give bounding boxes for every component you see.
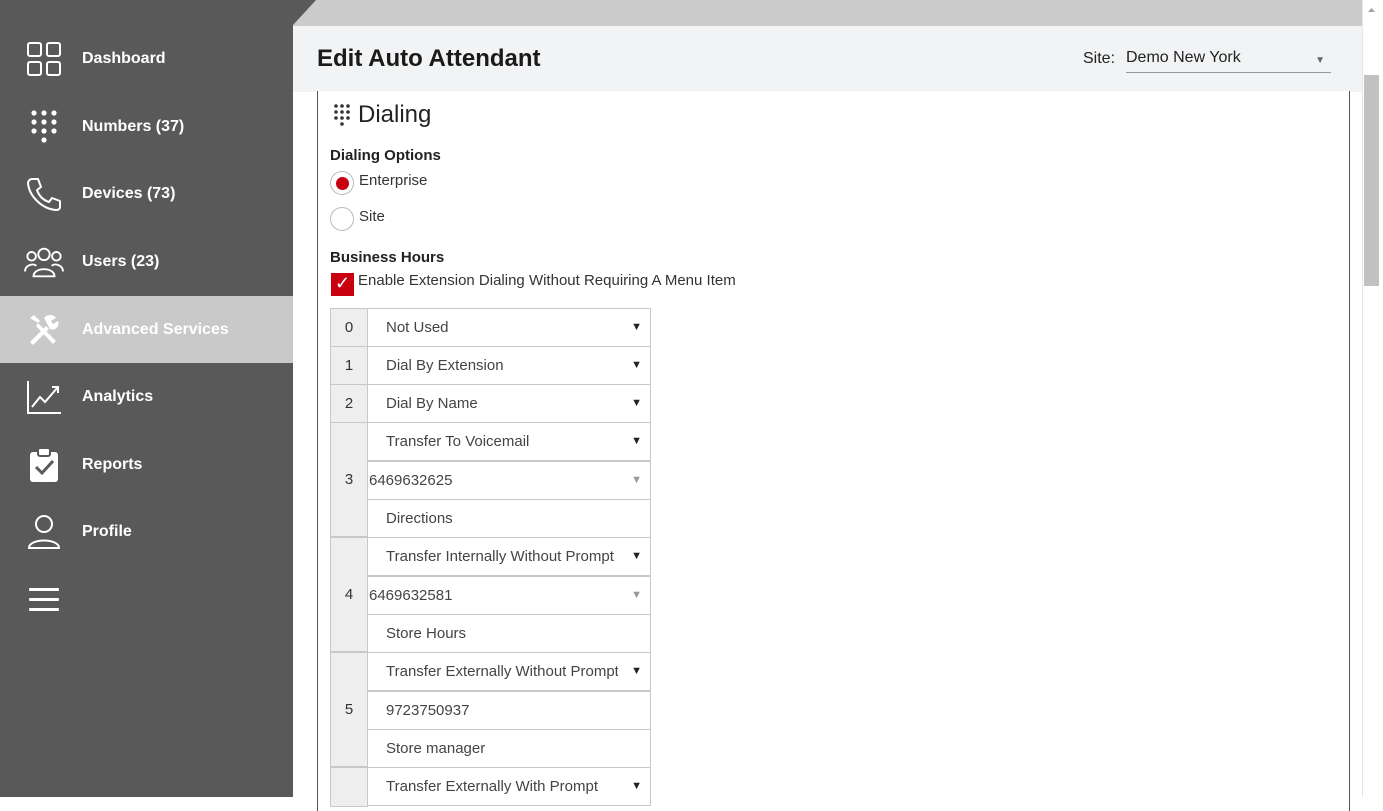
scrollbar-thumb[interactable] <box>1364 75 1379 286</box>
business-hours-label: Business Hours <box>330 249 445 266</box>
sidebar-item-dashboard[interactable]: Dashboard <box>0 25 293 92</box>
action-select-value: Transfer Externally With Prompt <box>386 778 598 795</box>
target-input[interactable]: 9723750937 <box>367 691 651 730</box>
sidebar-item-label: Analytics <box>82 387 154 405</box>
sidebar-item-users[interactable]: Users (23) <box>0 228 293 295</box>
chevron-down-icon: ▼ <box>1315 55 1325 66</box>
site-select[interactable]: Demo New York ▼ <box>1126 46 1331 73</box>
menu-toggle-button[interactable] <box>0 566 293 633</box>
phone-icon <box>24 174 64 214</box>
scroll-up-arrow[interactable] <box>1364 0 1379 20</box>
chevron-down-icon: ▼ <box>631 474 642 486</box>
key-cell <box>330 767 368 807</box>
action-select-value: Transfer To Voicemail <box>386 433 530 450</box>
action-select[interactable]: Transfer Externally Without Prompt ▼ <box>367 652 651 691</box>
sidebar-item-label: Devices (73) <box>82 184 176 202</box>
chevron-down-icon: ▼ <box>631 665 642 677</box>
sidebar-item-label: Dashboard <box>82 49 166 67</box>
chevron-down-icon: ▼ <box>631 359 642 371</box>
dialpad-icon <box>333 103 351 127</box>
dialpad-icon <box>24 107 64 147</box>
radio-enterprise[interactable] <box>330 171 354 195</box>
sidebar: Dashboard Numbers (37) Devices (73) User… <box>0 0 293 797</box>
sidebar-item-advanced-services[interactable]: Advanced Services <box>0 296 293 363</box>
site-label: Site: <box>1083 50 1116 67</box>
person-icon <box>24 512 64 552</box>
key-cell: 3 <box>330 422 368 537</box>
action-select-value: Transfer Internally Without Prompt <box>386 548 614 565</box>
clipboard-check-icon <box>24 445 64 485</box>
key-cell: 1 <box>330 346 368 385</box>
description-value: Directions <box>386 510 453 527</box>
sidebar-item-label: Numbers (37) <box>82 117 185 135</box>
radio-enterprise-label: Enterprise <box>359 172 428 189</box>
action-select[interactable]: Transfer Internally Without Prompt ▼ <box>367 537 651 576</box>
radio-site[interactable] <box>330 207 354 231</box>
chevron-down-icon: ▼ <box>631 550 642 562</box>
sidebar-notch <box>293 0 316 25</box>
description-value: Store Hours <box>386 625 467 642</box>
target-select[interactable]: 6469632625 ▼ <box>367 461 651 500</box>
dialing-panel: Dialing Dialing Options Enterprise Site … <box>317 91 1350 811</box>
target-select[interactable]: 6469632581 ▼ <box>367 576 651 615</box>
sidebar-item-label: Profile <box>82 522 132 540</box>
action-select-value: Dial By Extension <box>386 357 504 374</box>
action-select[interactable]: Dial By Name ▼ <box>367 384 651 423</box>
action-select-value: Transfer Externally Without Prompt <box>386 663 618 680</box>
description-input[interactable]: Store Hours <box>367 614 651 653</box>
sidebar-item-label: Reports <box>82 455 143 473</box>
hamburger-menu-icon <box>24 580 64 620</box>
dashboard-grid-icon <box>24 39 64 79</box>
sidebar-item-analytics[interactable]: Analytics <box>0 363 293 430</box>
section-title: Dialing <box>358 101 432 128</box>
site-select-value: Demo New York <box>1126 49 1241 66</box>
radio-site-label: Site <box>359 208 385 225</box>
chevron-down-icon: ▼ <box>631 435 642 447</box>
sidebar-item-profile[interactable]: Profile <box>0 498 293 565</box>
action-select-value: Not Used <box>386 319 449 336</box>
chevron-down-icon: ▼ <box>631 321 642 333</box>
chevron-down-icon: ▼ <box>631 397 642 409</box>
sidebar-item-label: Advanced Services <box>82 320 229 338</box>
target-select-value: 6469632625 <box>369 472 453 489</box>
sidebar-item-label: Users (23) <box>82 252 160 270</box>
users-icon <box>24 242 64 282</box>
key-cell: 4 <box>330 537 368 652</box>
chevron-down-icon: ▼ <box>631 589 642 601</box>
tools-icon <box>24 310 64 350</box>
target-input-value: 9723750937 <box>386 702 470 719</box>
action-select[interactable]: Transfer Externally With Prompt ▼ <box>367 767 651 806</box>
sidebar-item-reports[interactable]: Reports <box>0 431 293 498</box>
page-header: Edit Auto Attendant Site: Demo New York … <box>293 26 1362 92</box>
sidebar-item-numbers[interactable]: Numbers (37) <box>0 93 293 160</box>
description-input[interactable]: Directions <box>367 499 651 538</box>
action-select-value: Dial By Name <box>386 395 478 412</box>
dialing-options-label: Dialing Options <box>330 147 441 164</box>
enable-extension-label: Enable Extension Dialing Without Requiri… <box>358 272 736 289</box>
key-cell: 0 <box>330 308 368 347</box>
description-input[interactable]: Store manager <box>367 729 651 768</box>
enable-extension-checkbox[interactable]: ✓ <box>331 273 354 296</box>
top-bar <box>293 0 1362 26</box>
chart-icon <box>24 377 64 417</box>
description-value: Store manager <box>386 740 486 757</box>
action-select[interactable]: Transfer To Voicemail ▼ <box>367 422 651 461</box>
sidebar-item-devices[interactable]: Devices (73) <box>0 160 293 227</box>
action-select[interactable]: Dial By Extension ▼ <box>367 346 651 385</box>
action-select[interactable]: Not Used ▼ <box>367 308 651 347</box>
page-title: Edit Auto Attendant <box>317 45 541 72</box>
target-select-value: 6469632581 <box>369 587 453 604</box>
chevron-down-icon: ▼ <box>631 780 642 792</box>
key-cell: 5 <box>330 652 368 767</box>
key-cell: 2 <box>330 384 368 423</box>
